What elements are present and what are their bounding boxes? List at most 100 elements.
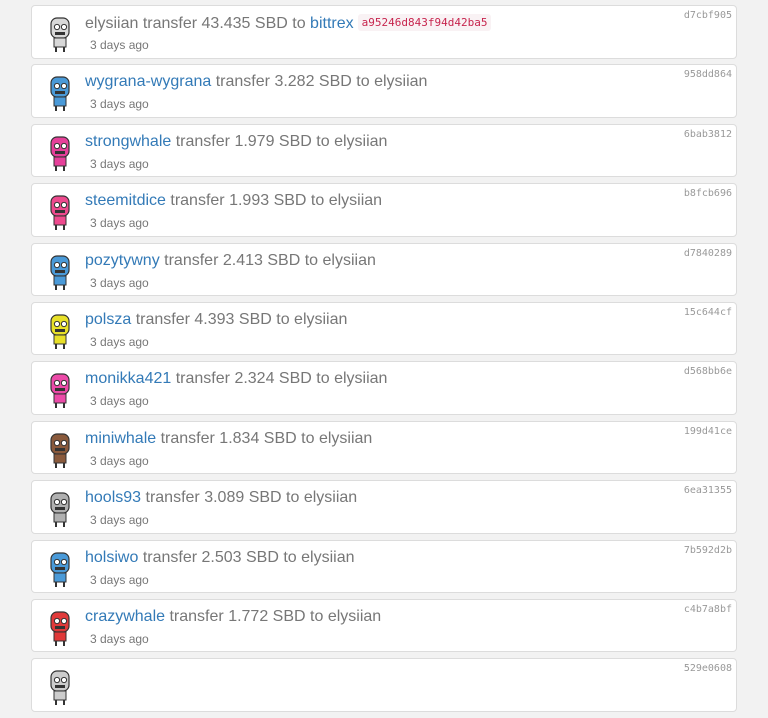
transfer-amount: 1.979 SBD <box>234 132 312 150</box>
timestamp: 3 days ago <box>90 156 149 171</box>
transfer-card: crazywhale transfer 1.772 SBD to elysiia… <box>31 598 737 653</box>
timestamp: 3 days ago <box>90 334 149 349</box>
transfer-text: monikka421 transfer 2.324 SBD to elysiia… <box>85 370 387 388</box>
to-word: to <box>292 15 306 32</box>
transfer-text: hools93 transfer 3.089 SBD to elysiian <box>85 489 357 507</box>
from-account[interactable]: holsiwo <box>85 549 138 566</box>
timestamp: 3 days ago <box>90 394 149 409</box>
robot-avatar-icon[interactable] <box>42 15 78 53</box>
transfer-card: hools93 transfer 3.089 SBD to elysiian 3 … <box>31 480 737 534</box>
transfer-card: miniwhale transfer 1.834 SBD to elysiian… <box>31 420 737 475</box>
timestamp: 3 days ago <box>90 216 149 231</box>
transfer-feed: elysiian transfer 43.435 SBD to bittrex a… <box>31 5 737 718</box>
transfer-verb: transfer <box>145 489 200 507</box>
transfer-amount: 4.393 SBD <box>194 310 272 328</box>
robot-avatar-icon[interactable] <box>42 74 78 112</box>
to-account[interactable]: bittrex <box>310 15 354 32</box>
timestamp: 3 days ago <box>90 513 149 528</box>
transfer-verb: transfer <box>164 251 219 269</box>
transfer-text: steemitdice transfer 1.993 SBD to elysii… <box>85 192 382 210</box>
transfer-card: monikka421 transfer 2.324 SBD to elysiia… <box>31 361 737 415</box>
transfer-card: pozytywny transfer 2.413 SBD to elysiian… <box>31 242 737 297</box>
transfer-text: strongwhale transfer 1.979 SBD to elysii… <box>85 133 387 151</box>
transfer-card: polsza transfer 4.393 SBD to elysiian 3 d… <box>31 301 737 356</box>
transfer-text: wygrana-wygrana transfer 3.282 SBD to el… <box>85 73 427 91</box>
from-account[interactable]: steemitdice <box>85 192 166 209</box>
transfer-verb: transfer <box>142 548 198 566</box>
timestamp: 3 days ago <box>90 38 149 52</box>
transfer-card: holsiwo transfer 2.503 SBD to elysiian 3 … <box>31 539 737 594</box>
from-account[interactable]: wygrana-wygrana <box>85 73 211 90</box>
transaction-hash: 6ea31355 <box>683 485 732 497</box>
transfer-amount: 1.834 SBD <box>219 429 297 447</box>
from-account[interactable]: miniwhale <box>85 430 156 447</box>
transaction-hash: b8fcb696 <box>683 188 732 200</box>
from-account[interactable]: pozytywny <box>85 252 160 269</box>
transaction-hash: d7840289 <box>683 247 732 259</box>
to-account: elysiian <box>334 132 388 150</box>
to-word: to <box>283 548 297 566</box>
to-account: elysiian <box>301 548 355 566</box>
transfer-text: pozytywny transfer 2.413 SBD to elysiian <box>85 252 376 270</box>
transfer-card: steemitdice transfer 1.993 SBD to elysii… <box>31 183 737 237</box>
from-account[interactable]: hools93 <box>85 489 141 506</box>
robot-avatar-icon[interactable] <box>42 193 78 231</box>
transfer-verb: transfer <box>175 370 230 388</box>
transfer-verb: transfer <box>160 429 215 447</box>
to-word: to <box>286 489 300 507</box>
transfer-amount: 2.324 SBD <box>234 370 312 388</box>
transfer-text: crazywhale transfer 1.772 SBD to elysiia… <box>85 608 381 626</box>
to-account: elysiian <box>327 607 382 625</box>
transaction-hash: 529e0608 <box>683 663 732 675</box>
transaction-hash: 7b592d2b <box>683 544 732 556</box>
from-account[interactable]: strongwhale <box>85 133 171 150</box>
from-account[interactable]: polsza <box>85 311 131 328</box>
transfer-amount: 1.772 SBD <box>228 607 306 625</box>
to-account: elysiian <box>328 192 383 210</box>
transaction-hash: 958dd864 <box>683 69 732 81</box>
to-account: elysiian <box>303 489 358 507</box>
transfer-card: wygrana-wygrana transfer 3.282 SBD to el… <box>31 64 737 118</box>
robot-avatar-icon[interactable] <box>42 668 78 706</box>
timestamp: 3 days ago <box>90 275 149 290</box>
transfer-text: polsza transfer 4.393 SBD to elysiian <box>85 311 347 329</box>
transfer-memo: a95246d843f94d42ba5 <box>357 14 492 31</box>
transfer-amount: 2.503 SBD <box>201 548 279 566</box>
timestamp: 3 days ago <box>90 453 149 468</box>
transfer-amount: 3.089 SBD <box>204 489 282 507</box>
transfer-card: elysiian transfer 43.435 SBD to bittrex a… <box>31 5 737 59</box>
to-account: elysiian <box>294 310 348 328</box>
robot-avatar-icon[interactable] <box>42 312 78 350</box>
robot-avatar-icon[interactable] <box>42 550 78 588</box>
transfer-verb: transfer <box>135 310 190 328</box>
transaction-hash: 15c644cf <box>683 306 732 318</box>
to-word: to <box>316 370 330 388</box>
to-word: to <box>310 607 324 625</box>
transfer-verb: transfer <box>142 15 198 32</box>
robot-avatar-icon[interactable] <box>42 609 78 647</box>
from-account: elysiian <box>85 15 139 32</box>
transfer-verb: transfer <box>170 192 225 210</box>
to-word: to <box>301 429 315 447</box>
robot-avatar-icon[interactable] <box>42 371 78 409</box>
to-word: to <box>304 251 319 269</box>
to-word: to <box>310 192 325 210</box>
transfer-text: miniwhale transfer 1.834 SBD to elysiian <box>85 430 372 448</box>
robot-avatar-icon[interactable] <box>42 253 78 291</box>
timestamp: 3 days ago <box>90 631 149 646</box>
robot-avatar-icon[interactable] <box>42 134 78 172</box>
robot-avatar-icon[interactable] <box>42 431 78 469</box>
from-account[interactable]: monikka421 <box>85 370 171 387</box>
transfer-text: holsiwo transfer 2.503 SBD to elysiian <box>85 549 355 567</box>
transfer-text: elysiian transfer 43.435 SBD to bittrex a… <box>85 14 492 33</box>
transfer-amount: 2.413 SBD <box>222 251 301 269</box>
transfer-card: 529e0608 <box>31 658 737 712</box>
transfer-verb: transfer <box>169 607 224 625</box>
transaction-hash: d568bb6e <box>683 366 732 378</box>
transfer-amount: 3.282 SBD <box>274 73 352 91</box>
robot-avatar-icon[interactable] <box>42 490 78 528</box>
to-account: elysiian <box>374 73 428 91</box>
from-account[interactable]: crazywhale <box>85 608 165 625</box>
transfer-card: strongwhale transfer 1.979 SBD to elysii… <box>31 123 737 178</box>
transfer-verb: transfer <box>175 132 230 150</box>
